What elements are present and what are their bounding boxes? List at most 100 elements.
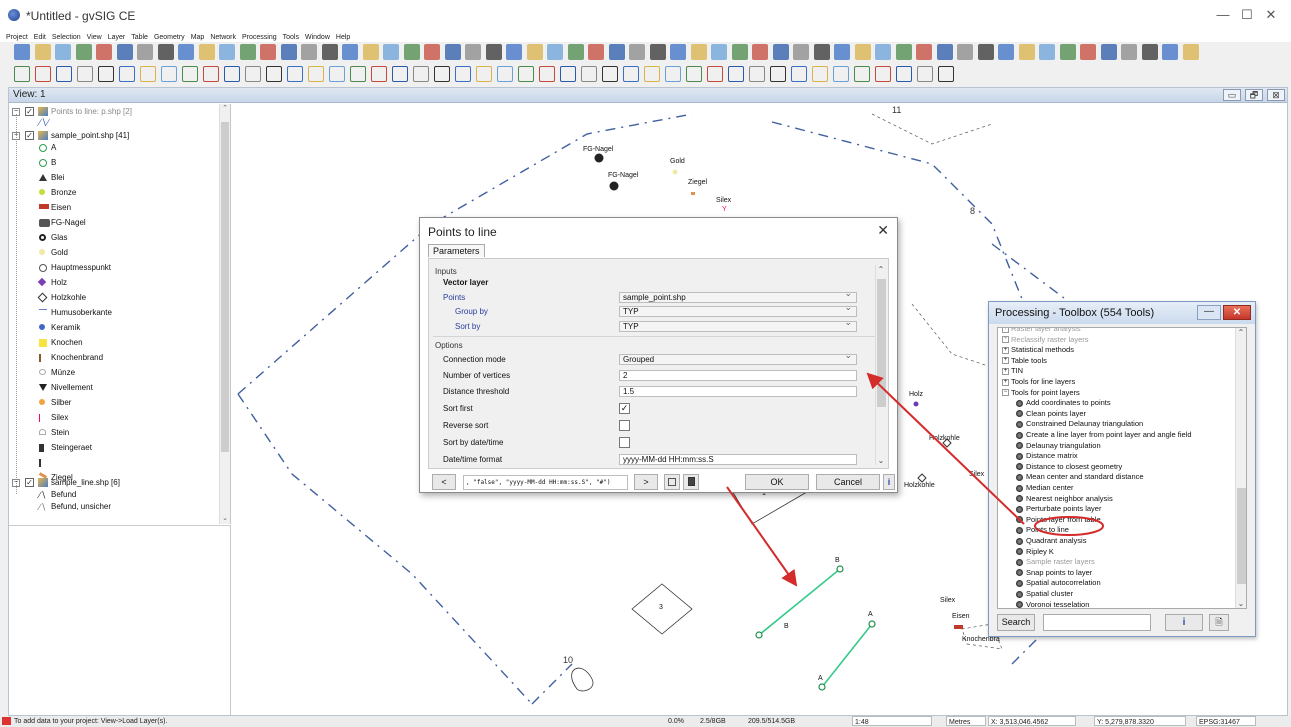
- toolbox-group-item[interactable]: − Tools for point layers: [1002, 388, 1080, 398]
- toolbox-close-button[interactable]: ✕: [1223, 305, 1251, 320]
- editing-tool-icon[interactable]: [938, 66, 954, 82]
- toolbar-tool-icon[interactable]: [239, 44, 256, 60]
- toolbar-tool-icon[interactable]: [342, 44, 358, 60]
- tab-parameters[interactable]: Parameters: [428, 244, 485, 257]
- toolbox-tool-item[interactable]: Mean center and standard distance: [1016, 472, 1144, 482]
- toolbox-group-item[interactable]: + Tools for line layers: [1002, 377, 1075, 387]
- editing-tool-icon[interactable]: [497, 66, 513, 82]
- toolbox-search-button[interactable]: Search: [997, 614, 1035, 631]
- toolbox-tool-item[interactable]: Constrained Delaunay triangulation: [1016, 419, 1143, 429]
- toolbar-tool-icon[interactable]: [403, 44, 420, 60]
- editing-tool-icon[interactable]: [812, 66, 828, 82]
- editing-tool-icon[interactable]: [77, 66, 93, 82]
- epsg-code[interactable]: EPSG:31467: [1196, 716, 1256, 726]
- editing-tool-icon[interactable]: [224, 66, 240, 82]
- toolbox-tool-item[interactable]: Add coordinates to points: [1016, 398, 1111, 408]
- editing-tool-icon[interactable]: [686, 66, 702, 82]
- editing-tool-icon[interactable]: [791, 66, 807, 82]
- editing-tool-icon[interactable]: [140, 66, 156, 82]
- minimize-button[interactable]: —: [1213, 6, 1233, 24]
- toolbar-tool-icon[interactable]: [362, 44, 379, 60]
- toolbox-tool-item[interactable]: Sample raster layers: [1016, 557, 1095, 567]
- info-button[interactable]: i: [883, 474, 895, 490]
- toolbar-tool-icon[interactable]: [690, 44, 707, 60]
- editing-tool-icon[interactable]: [875, 66, 891, 82]
- toolbox-tool-item[interactable]: Distance matrix: [1016, 451, 1078, 461]
- editing-tool-icon[interactable]: [602, 66, 618, 82]
- toolbar-tool-icon[interactable]: [465, 44, 481, 60]
- reverse-sort-checkbox[interactable]: [619, 420, 630, 431]
- scroll-thumb[interactable]: [1237, 488, 1246, 584]
- toolbar-tool-icon[interactable]: [895, 44, 912, 60]
- sort-datetime-checkbox[interactable]: [619, 437, 630, 448]
- scroll-thumb[interactable]: [221, 122, 229, 452]
- toolbar-tool-icon[interactable]: [608, 44, 625, 60]
- toolbar-tool-icon[interactable]: [383, 44, 399, 60]
- toolbox-tool-item[interactable]: Voronoi tesselation: [1016, 600, 1089, 608]
- editing-tool-icon[interactable]: [707, 66, 723, 82]
- expand-toggle-icon[interactable]: +: [1002, 336, 1009, 344]
- editing-tool-icon[interactable]: [245, 66, 261, 82]
- toolbox-group-item[interactable]: + Table tools: [1002, 356, 1047, 366]
- toolbar-tool-icon[interactable]: [198, 44, 215, 60]
- scroll-up-icon[interactable]: ⌃: [876, 265, 886, 274]
- editing-tool-icon[interactable]: [644, 66, 660, 82]
- editing-tool-icon[interactable]: [833, 66, 849, 82]
- distance-threshold-input[interactable]: 1.5: [619, 386, 857, 397]
- scroll-up-icon[interactable]: ⌃: [220, 104, 230, 112]
- toc-layer-points-to-line[interactable]: − ✓ Points to line: p.shp [2]: [9, 106, 219, 118]
- toolbar-tool-icon[interactable]: [424, 44, 440, 60]
- toolbar-tool-icon[interactable]: [977, 44, 994, 60]
- toolbar-tool-icon[interactable]: [444, 44, 461, 60]
- editing-tool-icon[interactable]: [728, 66, 744, 82]
- toolbar-tool-icon[interactable]: [547, 44, 563, 60]
- scroll-down-icon[interactable]: ⌄: [220, 514, 230, 522]
- units-combo[interactable]: Metres: [946, 716, 986, 726]
- toolbox-group-item[interactable]: + Raster layer analysis: [1002, 328, 1081, 334]
- toolbar-tool-icon[interactable]: [834, 44, 850, 60]
- toolbox-tool-item[interactable]: Median center: [1016, 483, 1074, 493]
- toolbar-tool-icon[interactable]: [629, 44, 645, 60]
- cancel-button[interactable]: Cancel: [816, 474, 880, 490]
- view-minimize-button[interactable]: ▭: [1223, 89, 1241, 101]
- toolbar-tool-icon[interactable]: [772, 44, 789, 60]
- editing-tool-icon[interactable]: [455, 66, 471, 82]
- toolbar-tool-icon[interactable]: [1121, 44, 1137, 60]
- toolbar-tool-icon[interactable]: [34, 44, 51, 60]
- toolbar-tool-icon[interactable]: [301, 44, 317, 60]
- editing-tool-icon[interactable]: [476, 66, 492, 82]
- toolbox-tool-item[interactable]: Snap points to layer: [1016, 568, 1092, 578]
- paste-command-button[interactable]: [683, 474, 699, 490]
- scroll-down-icon[interactable]: ⌄: [876, 456, 886, 465]
- editing-tool-icon[interactable]: [287, 66, 303, 82]
- editing-tool-icon[interactable]: [896, 66, 912, 82]
- toolbar-tool-icon[interactable]: [957, 44, 973, 60]
- toolbar-tool-icon[interactable]: [280, 44, 297, 60]
- toolbar-tool-icon[interactable]: [793, 44, 809, 60]
- toolbar-tool-icon[interactable]: [116, 44, 133, 60]
- editing-tool-icon[interactable]: [917, 66, 933, 82]
- sort-first-checkbox[interactable]: ✓: [619, 403, 630, 414]
- sort-by-combo[interactable]: TYP: [619, 318, 857, 332]
- editing-tool-icon[interactable]: [854, 66, 870, 82]
- toolbar-tool-icon[interactable]: [157, 44, 174, 60]
- expand-toggle-icon[interactable]: +: [1002, 378, 1009, 386]
- toolbar-tool-icon[interactable]: [219, 44, 235, 60]
- toolbar-tool-icon[interactable]: [670, 44, 686, 60]
- scale-combo[interactable]: 1:48: [852, 716, 932, 726]
- toolbar-tool-icon[interactable]: [1039, 44, 1055, 60]
- expand-toggle-icon[interactable]: −: [1002, 389, 1009, 397]
- toolbar-tool-icon[interactable]: [588, 44, 604, 60]
- toolbar-tool-icon[interactable]: [854, 44, 871, 60]
- editing-tool-icon[interactable]: [371, 66, 387, 82]
- toolbox-tool-item[interactable]: Clean points layer: [1016, 409, 1086, 419]
- editing-tool-icon[interactable]: [749, 66, 765, 82]
- toolbar-tool-icon[interactable]: [649, 44, 666, 60]
- points-combo[interactable]: sample_point.shp: [619, 289, 857, 303]
- toolbox-tool-item[interactable]: Create a line layer from point layer and…: [1016, 430, 1192, 440]
- toolbar-tool-icon[interactable]: [998, 44, 1014, 60]
- editing-tool-icon[interactable]: [329, 66, 345, 82]
- layer-visibility-checkbox[interactable]: ✓: [25, 131, 34, 140]
- toolbar-tool-icon[interactable]: [916, 44, 932, 60]
- toolbox-tool-item[interactable]: Delaunay triangulation: [1016, 441, 1101, 451]
